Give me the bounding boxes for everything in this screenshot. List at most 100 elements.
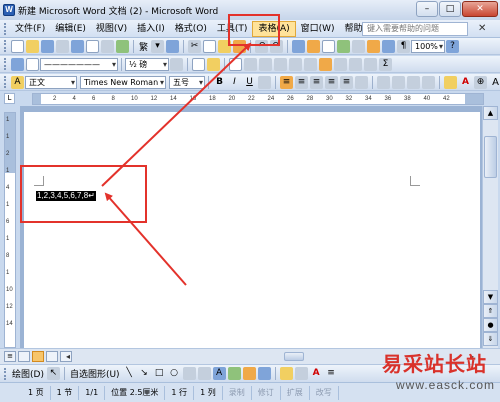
menubar-grip[interactable] [4,22,7,35]
outline-view-icon[interactable] [46,351,58,362]
increase-indent-icon[interactable] [422,75,435,89]
sort-descending-icon[interactable] [364,57,377,71]
merge-cells-icon[interactable] [244,57,257,71]
spelling-icon[interactable] [116,39,129,53]
line-spacing-icon[interactable] [355,75,368,89]
draw-font-color-icon[interactable]: A [310,367,323,380]
tab-selector[interactable]: L [4,93,15,104]
document-area[interactable]: 1,2,3,4,5,6,7,8↵ [20,106,482,348]
align-left-icon[interactable]: ≡ [280,75,293,89]
scroll-thumb[interactable] [484,136,497,178]
drawing-icon[interactable] [367,39,381,53]
toolbar-grip[interactable] [4,367,7,380]
styles-pane-icon[interactable]: A [11,75,24,89]
undo-icon[interactable]: ↶ [255,39,269,53]
enclose-char-icon[interactable]: ⊕ [474,75,487,89]
rectangle-icon[interactable]: □ [153,367,166,380]
dropdown-chevron-icon[interactable]: ▾ [151,39,165,53]
scroll-left-arrow-icon[interactable]: ◂ [66,352,70,361]
style-select[interactable]: 正文 [25,75,77,89]
highlight-icon[interactable] [444,75,457,89]
tables-borders-icon[interactable] [307,39,321,53]
next-page-icon[interactable]: ⇓ [483,332,498,346]
email-icon[interactable] [71,39,84,53]
menu-tools[interactable]: 工具(T) [212,21,253,37]
minimize-button[interactable]: – [416,1,438,17]
shading-color-icon[interactable] [207,57,220,71]
horizontal-scroll-thumb[interactable] [284,352,304,361]
diagram-icon[interactable] [227,367,241,380]
distribute-rows-icon[interactable] [289,57,302,71]
autosum-icon[interactable]: Σ [379,57,392,71]
font-color-icon[interactable]: A [459,76,472,89]
web-view-icon[interactable] [18,351,30,362]
line-color-icon[interactable] [294,367,308,380]
cut-icon[interactable]: ✂ [188,39,202,53]
outside-border-icon[interactable] [192,57,205,71]
oval-icon[interactable]: ○ [168,367,181,380]
print-icon[interactable] [86,39,99,53]
italic-button[interactable]: I [228,76,241,89]
hyperlink-icon[interactable] [292,39,306,53]
bullets-icon[interactable] [392,75,405,89]
browse-object-icon[interactable]: ● [483,318,498,332]
scroll-down-arrow-icon[interactable]: ▼ [483,290,498,304]
menu-table[interactable]: 表格(A) [252,20,296,37]
menu-window[interactable]: 窗口(W) [296,21,340,37]
insert-table-icon[interactable] [322,39,336,53]
previous-page-icon[interactable]: ⇑ [483,304,498,318]
fill-color-icon[interactable] [279,367,293,380]
insert-table2-icon[interactable] [229,57,242,71]
border-color-icon[interactable] [170,57,183,71]
insert-excel-icon[interactable] [337,39,351,53]
redo-icon[interactable]: ↷ [270,39,284,53]
status-extend[interactable]: 扩展 [281,385,310,400]
menu-file[interactable]: 文件(F) [10,21,50,37]
status-track[interactable]: 修订 [252,385,281,400]
menu-insert[interactable]: 插入(I) [132,21,170,37]
document-page[interactable]: 1,2,3,4,5,6,7,8↵ [24,112,480,348]
select-objects-icon[interactable]: ↖ [46,367,60,380]
zoom-select[interactable]: 100% [411,39,446,53]
print-preview-icon[interactable] [101,39,114,53]
columns-icon[interactable] [352,39,366,53]
autoformat-icon[interactable] [319,57,332,71]
textbox-icon[interactable] [182,367,196,380]
toolbar-grip[interactable] [4,58,7,70]
bold-button[interactable]: B [213,76,226,89]
format-painter-icon[interactable] [233,39,247,53]
horizontal-ruler[interactable]: 2 4 6 8 10 12 14 16 18 20 22 24 26 28 30 32 34 36 38 40 42 [32,93,484,105]
open-folder-icon[interactable] [26,39,39,53]
line-weight-select[interactable]: ½ 磅 [125,57,169,71]
traditional-chinese-button[interactable]: 繁 [137,40,150,53]
grow-font-icon[interactable]: A [489,76,500,89]
char-border-icon[interactable] [258,75,271,89]
toolbar-grip[interactable] [4,76,7,88]
decrease-indent-icon[interactable] [407,75,420,89]
vertical-ruler[interactable]: 1 1 2 1 4 1 6 1 8 1 10 12 14 [4,112,16,348]
maximize-button[interactable]: □ [439,1,461,17]
split-cells-icon[interactable] [259,57,272,71]
font-select[interactable]: Times New Roman [80,75,166,89]
selected-text[interactable]: 1,2,3,4,5,6,7,8↵ [36,191,96,201]
align-center-icon[interactable]: ≡ [295,75,308,89]
draw-table-icon[interactable] [11,57,24,71]
new-document-icon[interactable] [11,39,24,53]
help-icon[interactable]: ? [446,39,460,53]
clipart-icon[interactable] [242,367,256,380]
autoshapes-button[interactable]: 自选图形(U) [68,367,122,380]
eraser-icon[interactable] [26,57,39,71]
permission-icon[interactable] [56,39,69,53]
menu-view[interactable]: 视图(V) [91,21,132,37]
arrow-icon[interactable]: ↘ [138,367,151,380]
vertical-scrollbar[interactable]: ▲ ▼ ⇑ ● ⇓ [482,106,498,348]
sort-ascending-icon[interactable] [349,57,362,71]
justify-icon[interactable]: ≡ [325,75,338,89]
distributed-icon[interactable]: ≡ [340,75,353,89]
close-button[interactable]: ✕ [462,1,498,17]
menu-edit[interactable]: 编辑(E) [50,21,91,37]
paste-icon[interactable] [218,39,232,53]
align-cell-icon[interactable] [274,57,287,71]
font-size-select[interactable]: 五号 [169,75,205,89]
line-style-select[interactable]: ——————— [40,57,118,71]
